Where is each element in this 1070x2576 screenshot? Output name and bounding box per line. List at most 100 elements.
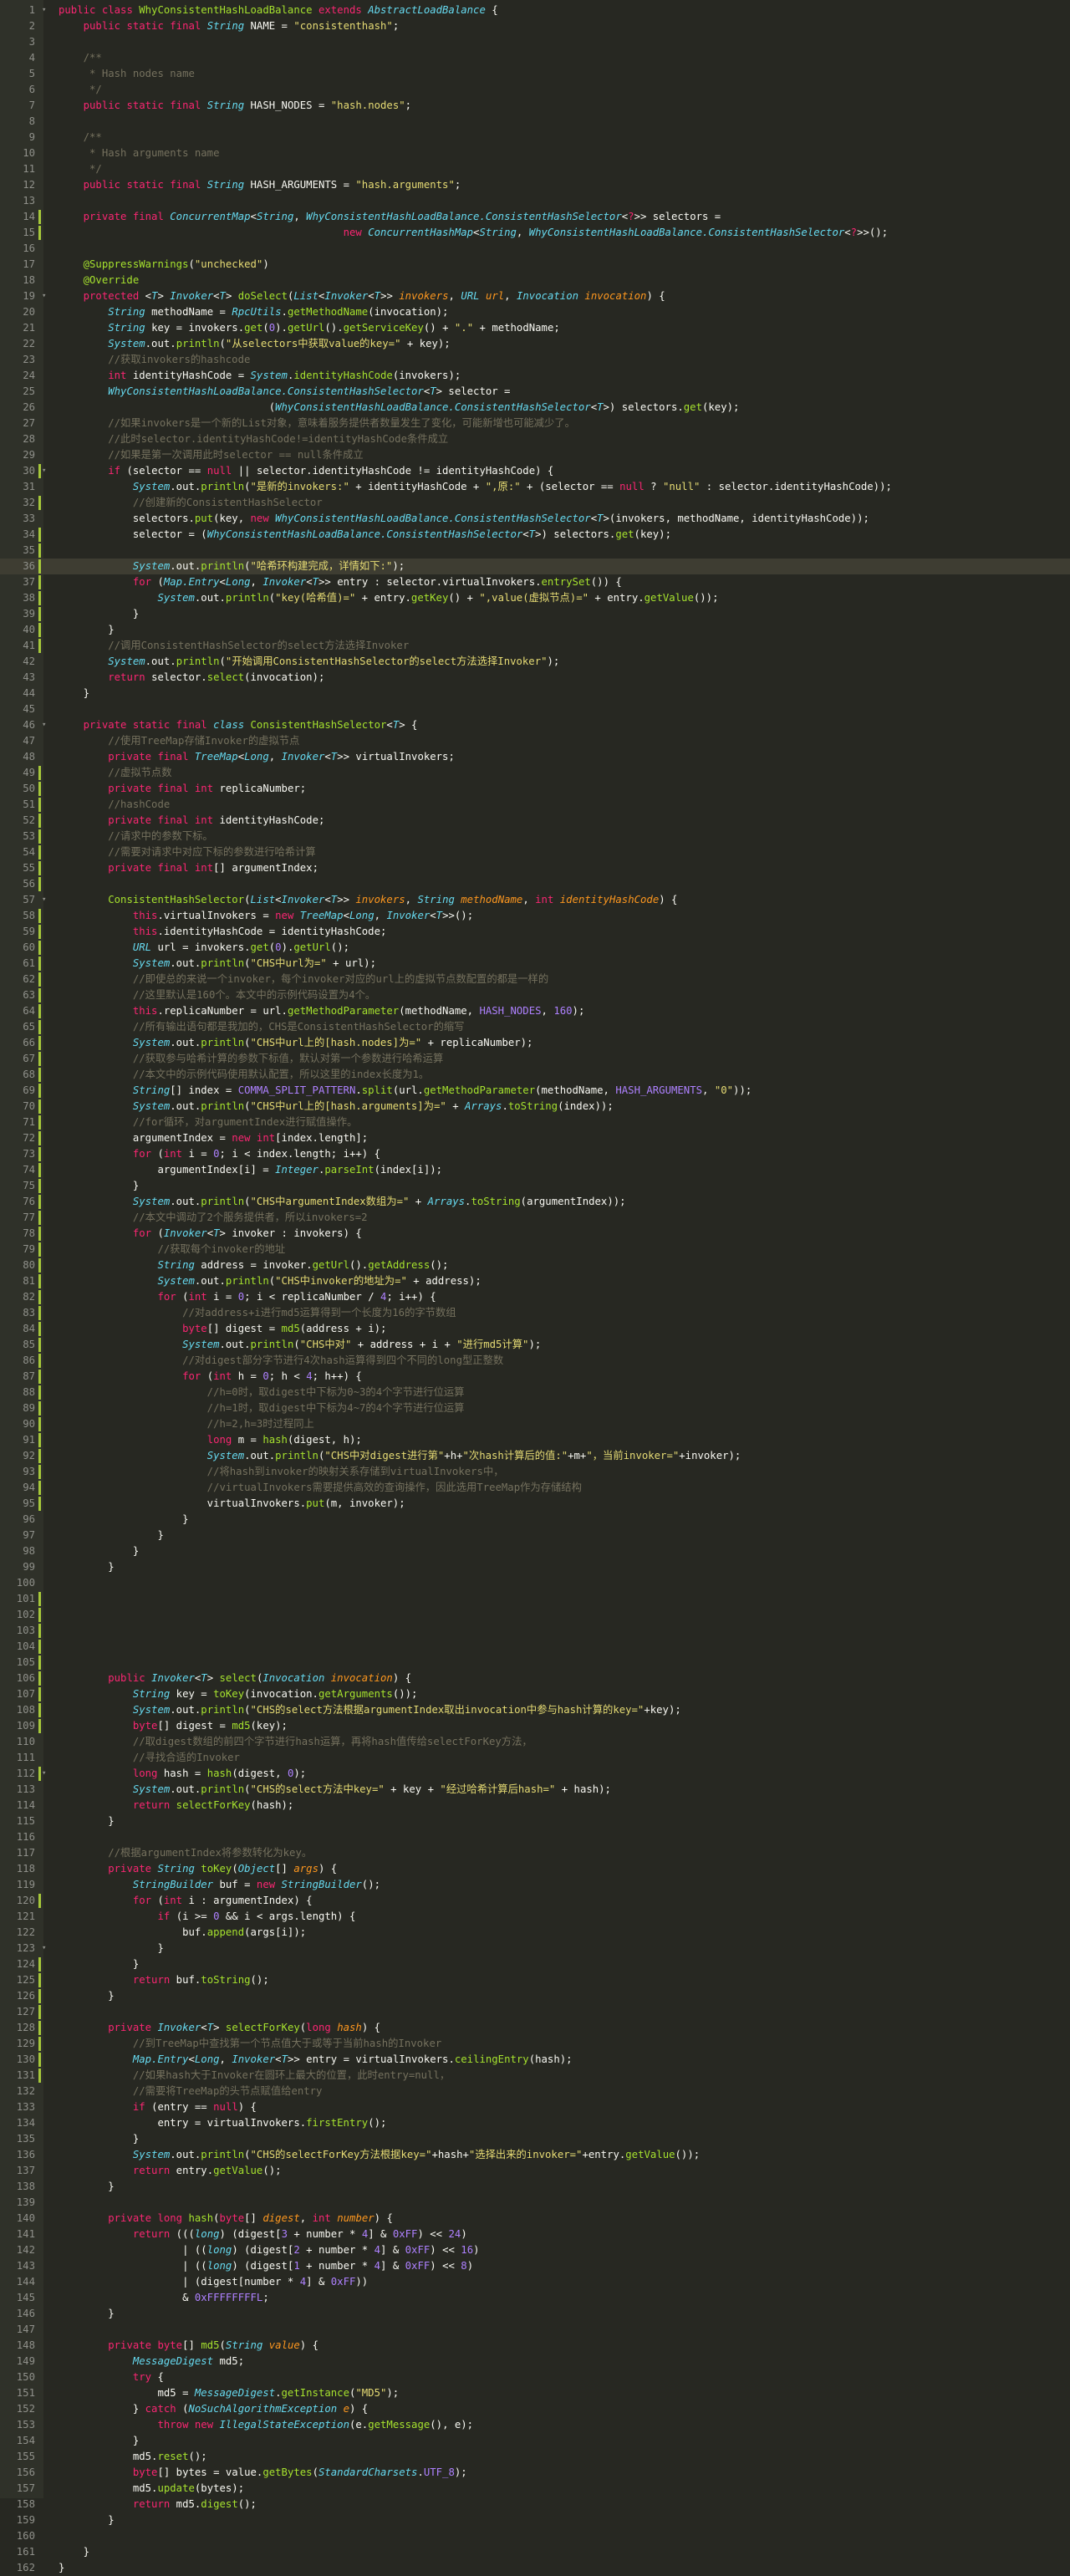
code-line[interactable]: 79 //获取每个invoker的地址	[0, 1242, 1070, 1257]
code-line[interactable]: 143 | ((long) (digest[1 + number * 4] & …	[0, 2258, 1070, 2274]
code-line[interactable]: 126 }	[0, 1988, 1070, 2004]
code-line[interactable]: 72 argumentIndex = new int[index.length]…	[0, 1130, 1070, 1146]
code-line[interactable]: 44 }	[0, 686, 1070, 701]
code-line[interactable]: 74 argumentIndex[i] = Integer.parseInt(i…	[0, 1162, 1070, 1178]
code-line[interactable]: 84 byte[] digest = md5(address + i);	[0, 1321, 1070, 1337]
code-line[interactable]: 87 for (int h = 0; h < 4; h++) {	[0, 1369, 1070, 1385]
code-line[interactable]: 18 @Override	[0, 273, 1070, 288]
code-line[interactable]: 69 String[] index = COMMA_SPLIT_PATTERN.…	[0, 1083, 1070, 1099]
code-line[interactable]: 73 for (int i = 0; i < index.length; i++…	[0, 1146, 1070, 1162]
code-line[interactable]: 45	[0, 701, 1070, 717]
code-line[interactable]: 128 private Invoker<T> selectForKey(long…	[0, 2020, 1070, 2036]
code-line[interactable]: 8	[0, 114, 1070, 130]
code-line[interactable]: 40 }	[0, 622, 1070, 638]
code-line[interactable]: 39 }	[0, 606, 1070, 622]
code-line[interactable]: 135 }	[0, 2131, 1070, 2147]
code-line[interactable]: 149 MessageDigest md5;	[0, 2354, 1070, 2369]
code-line[interactable]: 63 //这里默认是160个。本文中的示例代码设置为4个。	[0, 987, 1070, 1003]
code-line[interactable]: 136 System.out.println("CHS的selectForKey…	[0, 2147, 1070, 2163]
code-line[interactable]: 141 return (((long) (digest[3 + number *…	[0, 2227, 1070, 2242]
code-line[interactable]: 68 //本文中的示例代码使用默认配置，所以这里的index长度为1。	[0, 1067, 1070, 1083]
code-line[interactable]: 106 public Invoker<T> select(Invocation …	[0, 1671, 1070, 1686]
code-line[interactable]: 117 //根据argumentIndex将参数转化为key。	[0, 1845, 1070, 1861]
fold-chevron-icon[interactable]: ▾	[42, 892, 46, 908]
code-line[interactable]: 48 private final TreeMap<Long, Invoker<T…	[0, 749, 1070, 765]
code-line[interactable]: 113 System.out.println("CHS的select方法中key…	[0, 1782, 1070, 1798]
code-line[interactable]: 80 String address = invoker.getUrl().get…	[0, 1257, 1070, 1273]
code-line[interactable]: 55 private final int[] argumentIndex;	[0, 860, 1070, 876]
code-line[interactable]: 70 System.out.println("CHS中url上的[hash.ar…	[0, 1099, 1070, 1115]
code-line[interactable]: 160	[0, 2528, 1070, 2544]
code-line[interactable]: 129 //到TreeMap中查找第一个节点值大于或等于当前hash的Invok…	[0, 2036, 1070, 2052]
code-line[interactable]: 157 md5.update(bytes);	[0, 2481, 1070, 2497]
code-line[interactable]: 24 int identityHashCode = System.identit…	[0, 368, 1070, 384]
code-line[interactable]: 28 //此时selector.identityHashCode!=identi…	[0, 431, 1070, 447]
code-line[interactable]: 51 //hashCode	[0, 797, 1070, 813]
code-line[interactable]: 26 (WhyConsistentHashLoadBalance.Consist…	[0, 400, 1070, 416]
code-line[interactable]: 148 private byte[] md5(String value) {	[0, 2338, 1070, 2354]
code-line[interactable]: 43 return selector.select(invocation);	[0, 670, 1070, 686]
code-line[interactable]: 53 //请求中的参数下标。	[0, 829, 1070, 844]
code-line[interactable]: 36 System.out.println("哈希环构建完成，详情如下:");	[0, 559, 1070, 574]
code-line[interactable]: 123 ▾ }	[0, 1941, 1070, 1956]
code-line[interactable]: 56	[0, 876, 1070, 892]
fold-chevron-icon[interactable]: ▾	[42, 288, 46, 304]
fold-chevron-icon[interactable]: ▾	[42, 1766, 46, 1782]
code-line[interactable]: 159 }	[0, 2512, 1070, 2528]
code-line[interactable]: 25 WhyConsistentHashLoadBalance.Consiste…	[0, 384, 1070, 400]
code-line[interactable]: 5 * Hash nodes name	[0, 66, 1070, 82]
code-line[interactable]: 64 this.replicaNumber = url.getMethodPar…	[0, 1003, 1070, 1019]
code-line[interactable]: 46 ▾ private static final class Consisten…	[0, 717, 1070, 733]
code-line[interactable]: 150 try {	[0, 2369, 1070, 2385]
code-line[interactable]: 121 if (i >= 0 && i < args.length) {	[0, 1909, 1070, 1925]
code-line[interactable]: 75 }	[0, 1178, 1070, 1194]
code-line[interactable]: 98 }	[0, 1543, 1070, 1559]
code-line[interactable]: 103	[0, 1623, 1070, 1639]
code-line[interactable]: 161 }	[0, 2544, 1070, 2560]
code-line[interactable]: 114 return selectForKey(hash);	[0, 1798, 1070, 1813]
code-line[interactable]: 67 //获取参与哈希计算的参数下标值，默认对第一个参数进行哈希运算	[0, 1051, 1070, 1067]
code-line[interactable]: 22 System.out.println("从selectors中获取valu…	[0, 336, 1070, 352]
code-line[interactable]: 37 for (Map.Entry<Long, Invoker<T>> entr…	[0, 574, 1070, 590]
code-line[interactable]: 17 @SuppressWarnings("unchecked")	[0, 257, 1070, 273]
code-line[interactable]: 1 ▾ public class WhyConsistentHashLoadBala…	[0, 3, 1070, 18]
code-line[interactable]: 92 System.out.println("CHS中对digest进行第"+h…	[0, 1448, 1070, 1464]
code-line[interactable]: 7 public static final String HASH_NODES …	[0, 98, 1070, 114]
code-line[interactable]: 86 //对digest部分字节进行4次hash运算得到四个不同的long型正整…	[0, 1353, 1070, 1369]
code-line[interactable]: 15 new ConcurrentHashMap < String, WhyCons…	[0, 225, 1070, 241]
fold-chevron-icon[interactable]: ▾	[42, 1941, 46, 1956]
code-line[interactable]: 120 for (int i : argumentIndex) {	[0, 1893, 1070, 1909]
code-line[interactable]: 61 System.out.println("CHS中url为=" + url)…	[0, 956, 1070, 972]
code-line[interactable]: 20 String methodName = RpcUtils.getMetho…	[0, 304, 1070, 320]
code-line[interactable]: 162}	[0, 2560, 1070, 2576]
code-line[interactable]: 105	[0, 1655, 1070, 1671]
code-line[interactable]: 76 System.out.println("CHS中argumentIndex…	[0, 1194, 1070, 1210]
fold-chevron-icon[interactable]: ▾	[42, 463, 46, 479]
code-line[interactable]: 11 */	[0, 161, 1070, 177]
code-line[interactable]: 31 System.out.println("是新的invokers:" + i…	[0, 479, 1070, 495]
code-line[interactable]: 4 /**	[0, 50, 1070, 66]
code-line[interactable]: 102	[0, 1607, 1070, 1623]
code-line[interactable]: 95 virtualInvokers.put(m, invoker);	[0, 1496, 1070, 1512]
code-line[interactable]: 41 //调用ConsistentHashSelector的select方法选择…	[0, 638, 1070, 654]
code-line[interactable]: 52 private final int identityHashCode;	[0, 813, 1070, 829]
code-line[interactable]: 85 System.out.println("CHS中对" + address …	[0, 1337, 1070, 1353]
code-line[interactable]: 89 //h=1时，取digest中下标为4~7的4个字节进行位运算	[0, 1400, 1070, 1416]
code-line[interactable]: 94 //virtualInvokers需要提供高效的查询操作，因此选用Tree…	[0, 1480, 1070, 1496]
code-line[interactable]: 127	[0, 2004, 1070, 2020]
code-line[interactable]: 151 md5 = MessageDigest.getInstance("MD5…	[0, 2385, 1070, 2401]
code-line[interactable]: 66 System.out.println("CHS中url上的[hash.no…	[0, 1035, 1070, 1051]
code-line[interactable]: 152 } catch (NoSuchAlgorithmException e)…	[0, 2401, 1070, 2417]
code-line[interactable]: 81 System.out.println("CHS中invoker的地址为="…	[0, 1273, 1070, 1289]
code-line[interactable]: 108 System.out.println("CHS的select方法根据ar…	[0, 1702, 1070, 1718]
code-line[interactable]: 82 for (int i = 0; i < replicaNumber / 4…	[0, 1289, 1070, 1305]
code-line[interactable]: 111 //寻找合适的Invoker	[0, 1750, 1070, 1766]
code-line[interactable]: 58 this.virtualInvokers = new TreeMap<Lo…	[0, 908, 1070, 924]
code-line[interactable]: 125 return buf.toString();	[0, 1972, 1070, 1988]
code-line[interactable]: 101	[0, 1591, 1070, 1607]
code-line[interactable]: 156 byte[] bytes = value.getBytes(Standa…	[0, 2465, 1070, 2481]
code-line[interactable]: 35	[0, 543, 1070, 559]
code-line[interactable]: 88 //h=0时，取digest中下标为0~3的4个字节进行位运算	[0, 1385, 1070, 1400]
code-line[interactable]: 132 //需要将TreeMap的头节点赋值给entry	[0, 2084, 1070, 2099]
code-line[interactable]: 104	[0, 1639, 1070, 1655]
